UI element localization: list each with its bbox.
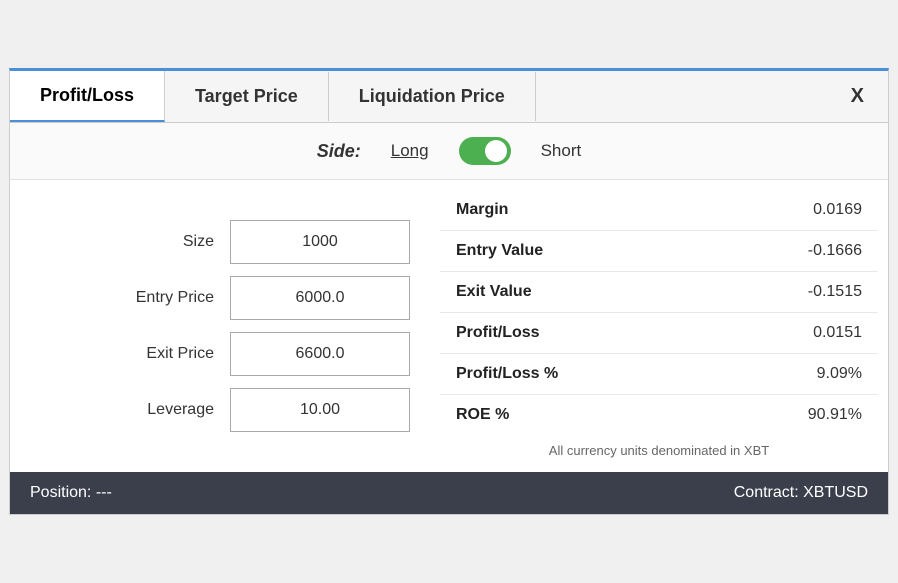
inputs-section: Size Entry Price Exit Price Leverage — [10, 190, 430, 462]
result-value: 0.0169 — [707, 190, 878, 231]
tab-profit-loss[interactable]: Profit/Loss — [10, 71, 165, 122]
leverage-label: Leverage — [114, 401, 214, 419]
long-option[interactable]: Long — [391, 141, 429, 161]
size-input[interactable] — [230, 220, 410, 264]
size-row: Size — [30, 220, 410, 264]
toggle-wrapper — [459, 137, 511, 165]
entry-price-label: Entry Price — [114, 289, 214, 307]
results-table: Margin 0.0169 Entry Value -0.1666 Exit V… — [440, 190, 878, 435]
result-label: Entry Value — [440, 231, 707, 272]
tab-target-price[interactable]: Target Price — [165, 72, 329, 121]
table-row: Exit Value -0.1515 — [440, 272, 878, 313]
main-content: Size Entry Price Exit Price Leverage Mar… — [10, 180, 888, 472]
tab-bar: Profit/Loss Target Price Liquidation Pri… — [10, 71, 888, 123]
size-label: Size — [114, 233, 214, 251]
entry-price-row: Entry Price — [30, 276, 410, 320]
result-label: Exit Value — [440, 272, 707, 313]
exit-price-label: Exit Price — [114, 345, 214, 363]
currency-note: All currency units denominated in XBT — [440, 435, 878, 462]
result-label: Margin — [440, 190, 707, 231]
calculator-widget: Profit/Loss Target Price Liquidation Pri… — [9, 68, 889, 515]
footer-contract: Contract: XBTUSD — [734, 484, 868, 502]
leverage-input[interactable] — [230, 388, 410, 432]
entry-price-input[interactable] — [230, 276, 410, 320]
result-label: Profit/Loss — [440, 313, 707, 354]
footer: Position: --- Contract: XBTUSD — [10, 472, 888, 514]
result-value: 90.91% — [707, 395, 878, 436]
result-value: 9.09% — [707, 354, 878, 395]
footer-position: Position: --- — [30, 484, 112, 502]
table-row: Profit/Loss % 9.09% — [440, 354, 878, 395]
side-label: Side: — [317, 141, 361, 162]
leverage-row: Leverage — [30, 388, 410, 432]
table-row: ROE % 90.91% — [440, 395, 878, 436]
close-button[interactable]: X — [827, 71, 888, 122]
exit-price-input[interactable] — [230, 332, 410, 376]
table-row: Profit/Loss 0.0151 — [440, 313, 878, 354]
tab-liquidation-price[interactable]: Liquidation Price — [329, 72, 536, 121]
side-toggle[interactable] — [459, 137, 511, 165]
table-row: Entry Value -0.1666 — [440, 231, 878, 272]
result-value: -0.1666 — [707, 231, 878, 272]
results-section: Margin 0.0169 Entry Value -0.1666 Exit V… — [430, 190, 888, 462]
side-row: Side: Long Short — [10, 123, 888, 180]
result-value: 0.0151 — [707, 313, 878, 354]
result-value: -0.1515 — [707, 272, 878, 313]
result-label: ROE % — [440, 395, 707, 436]
table-row: Margin 0.0169 — [440, 190, 878, 231]
result-label: Profit/Loss % — [440, 354, 707, 395]
short-option[interactable]: Short — [541, 141, 582, 161]
exit-price-row: Exit Price — [30, 332, 410, 376]
